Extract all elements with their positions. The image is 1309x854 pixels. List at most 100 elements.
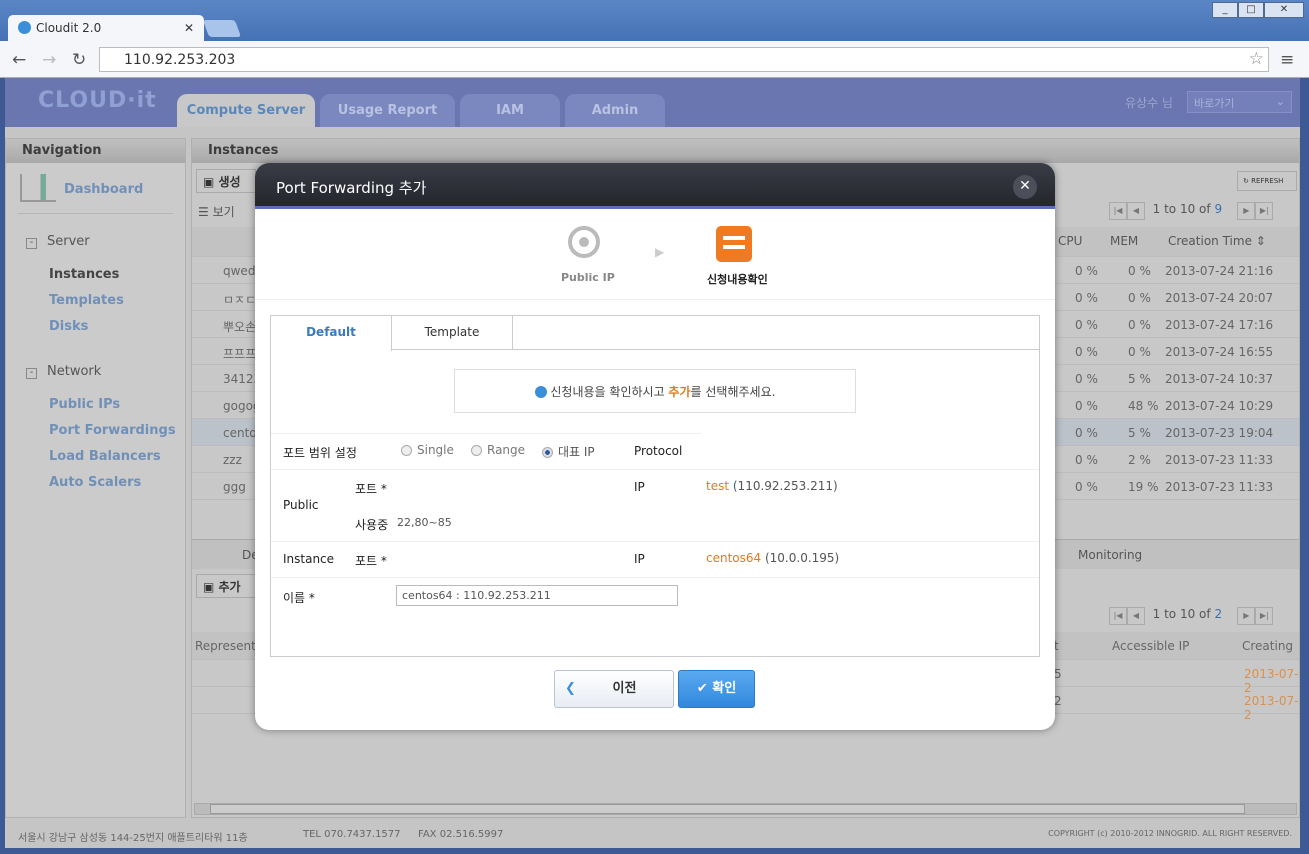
prev-page-icon[interactable]: ◀ (1127, 202, 1145, 220)
bookmark-star-icon[interactable]: ☆ (1249, 49, 1264, 69)
cell-mem: 48 % (1128, 399, 1159, 413)
cell-time: 2013-07-24 17:16 (1165, 318, 1274, 332)
next-page-icon[interactable]: ▶ (1237, 202, 1256, 220)
first-page-icon[interactable]: |◀ (1109, 202, 1127, 220)
tab-template[interactable]: Template (392, 316, 513, 350)
cell-mem: 5 % (1128, 372, 1151, 386)
previous-label: 이전 (612, 681, 637, 696)
cell-cpu: 0 % (1075, 264, 1098, 278)
instance-port-label: 포트 * (355, 554, 387, 568)
tab-admin[interactable]: Admin (565, 94, 665, 127)
sidebar-item-load-balancers[interactable]: Load Balancers (49, 449, 161, 464)
sidebar-group-server[interactable]: - Server (26, 234, 90, 249)
add-button[interactable]: ▣ 추가 (196, 574, 256, 598)
close-icon[interactable]: ✕ (1013, 175, 1037, 199)
public-ip-label: IP (634, 480, 645, 494)
col-creating[interactable]: Creating (1242, 639, 1293, 653)
public-ip-value: test (110.92.253.211) (706, 479, 838, 493)
sidebar-title: Navigation (6, 139, 185, 163)
horizontal-scrollbar[interactable] (194, 803, 1297, 815)
sidebar-item-templates[interactable]: Templates (49, 293, 124, 308)
create-button[interactable]: ▣ 생성 (196, 169, 256, 193)
view-button[interactable]: ☰ 보기 (198, 203, 235, 220)
pagination: |◀ ◀ 1 to 10 of 9 ▶ ▶| (1109, 202, 1274, 222)
cell-time: 2013-07-24 16:55 (1165, 345, 1274, 359)
footer-address: 서울시 강남구 삼성동 144-25번지 애플트리타워 11층 (18, 833, 248, 844)
last-page-icon[interactable]: ▶| (1255, 607, 1274, 625)
back-icon[interactable]: ← (12, 50, 26, 70)
close-window-button[interactable]: ✕ (1264, 2, 1304, 18)
reload-icon[interactable]: ↻ (72, 50, 86, 70)
public-ip-address: (110.92.253.211) (732, 479, 838, 493)
radio-representative-ip[interactable]: 대표 IP (542, 443, 595, 460)
cell-mem: 0 % (1128, 318, 1151, 332)
minimize-button[interactable]: _ (1212, 2, 1238, 18)
protocol-label: Protocol (634, 444, 683, 458)
sidebar-group-network[interactable]: - Network (26, 364, 101, 379)
col-cpu[interactable]: CPU (1058, 234, 1082, 248)
cell-mem: 0 % (1128, 264, 1151, 278)
radio-single[interactable]: Single (401, 443, 454, 457)
last-page-icon[interactable]: ▶| (1255, 202, 1274, 220)
radio-icon (401, 445, 412, 456)
browser-tab[interactable]: Cloudit 2.0 ✕ (8, 15, 204, 43)
group-label: Server (47, 234, 90, 249)
url-input[interactable]: 110.92.253.203 ☆ (99, 47, 1269, 72)
tab-usage-report[interactable]: Usage Report (320, 94, 455, 127)
instance-ip-value: centos64 (10.0.0.195) (706, 551, 839, 565)
maximize-button[interactable]: □ (1238, 2, 1264, 18)
col-creation-time[interactable]: Creation Time ⇕ (1168, 234, 1266, 248)
collapse-icon[interactable]: - (26, 238, 37, 249)
cell-cpu: 0 % (1075, 399, 1098, 413)
col-mem[interactable]: MEM (1110, 234, 1138, 248)
app-header: CLOUD·it Compute Server Usage Report IAM… (5, 78, 1300, 127)
cell-name: 뿌오손 (223, 320, 257, 334)
prev-page-icon[interactable]: ◀ (1127, 607, 1145, 625)
step-confirm: 신청내용확인 (707, 273, 768, 286)
next-page-icon[interactable]: ▶ (1237, 607, 1256, 625)
sidebar-item-instances[interactable]: Instances (49, 267, 119, 282)
previous-button[interactable]: ❮ 이전 (554, 670, 674, 708)
radio-range[interactable]: Range (471, 443, 525, 457)
create-label: 생성 (218, 175, 241, 189)
browser-titlebar: Cloudit 2.0 ✕ _ □ ✕ (0, 0, 1309, 43)
tab-compute-server[interactable]: Compute Server (177, 94, 315, 127)
name-input[interactable]: centos64 : 110.92.253.211 (396, 585, 678, 606)
user-name: 유상수 님 (1125, 96, 1173, 110)
shortcut-select[interactable]: 바로가기 ⌄ (1187, 91, 1292, 113)
sidebar-item-public-ips[interactable]: Public IPs (49, 397, 120, 412)
sidebar-item-port-forwardings[interactable]: Port Forwardings (49, 423, 176, 438)
shortcut-label: 바로가기 (1194, 97, 1235, 110)
sidebar-item-auto-scalers[interactable]: Auto Scalers (49, 475, 141, 490)
tab-monitoring[interactable]: Monitoring (1078, 548, 1142, 562)
cell-time: 2013-07-24 21:16 (1165, 264, 1274, 278)
new-tab-button[interactable] (202, 20, 242, 37)
sidebar-item-disks[interactable]: Disks (49, 319, 88, 334)
dashboard-chart-icon (20, 174, 56, 202)
confirm-button[interactable]: ✔ 확인 (678, 670, 755, 708)
name-label: 이름 * (283, 591, 315, 605)
public-ip-name[interactable]: test (706, 479, 729, 493)
refresh-button[interactable]: ↻ REFRESH (1237, 171, 1297, 191)
collapse-icon[interactable]: - (26, 368, 37, 379)
sidebar-item-dashboard[interactable]: Dashboard (64, 182, 143, 197)
tab-iam[interactable]: IAM (460, 94, 560, 127)
menu-icon[interactable]: ≡ (1280, 50, 1294, 70)
add-label: 추가 (218, 580, 241, 594)
radio-icon (471, 445, 482, 456)
cell-mem: 19 % (1128, 480, 1159, 494)
view-label: 보기 (212, 205, 235, 219)
forward-icon[interactable]: → (42, 50, 56, 70)
instance-name[interactable]: centos64 (706, 551, 761, 565)
cell-cpu: 0 % (1075, 453, 1098, 467)
col-representative[interactable]: Representa (195, 639, 263, 653)
col-accessible-ip[interactable]: Accessible IP (1112, 639, 1189, 653)
info-icon (534, 386, 547, 398)
first-page-icon[interactable]: |◀ (1109, 607, 1127, 625)
in-use-label: 사용중 (355, 518, 389, 532)
cell-cpu: 0 % (1075, 426, 1098, 440)
tab-default[interactable]: Default (271, 316, 392, 351)
cell-name: qwed (223, 264, 256, 278)
port: 5 (1054, 667, 1062, 681)
close-tab-icon[interactable]: ✕ (184, 21, 194, 35)
